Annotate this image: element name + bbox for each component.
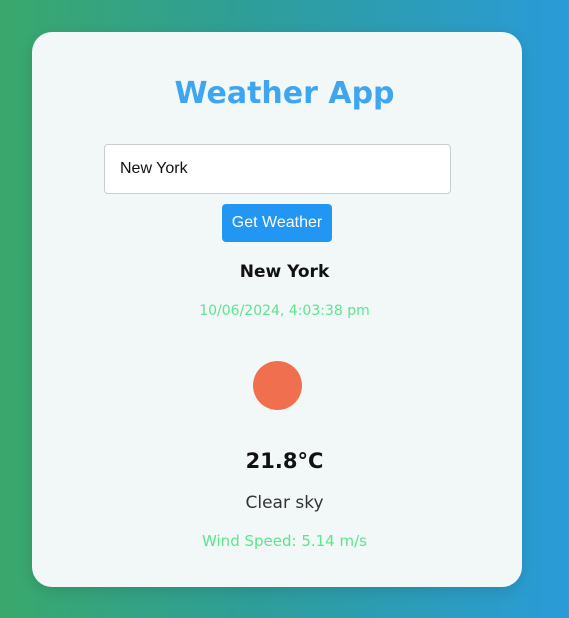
weather-description: Clear sky [245, 493, 324, 513]
city-name: New York [239, 262, 330, 282]
wind-speed: Wind Speed: 5.14 m/s [202, 532, 367, 550]
get-weather-button[interactable]: Get Weather [222, 204, 332, 242]
sun-icon [253, 361, 302, 410]
local-datetime: 10/06/2024, 4:03:38 pm [199, 303, 370, 319]
temperature: 21.8°C [245, 449, 324, 473]
city-search-input[interactable] [104, 144, 451, 194]
app-title: Weather App [174, 76, 395, 111]
